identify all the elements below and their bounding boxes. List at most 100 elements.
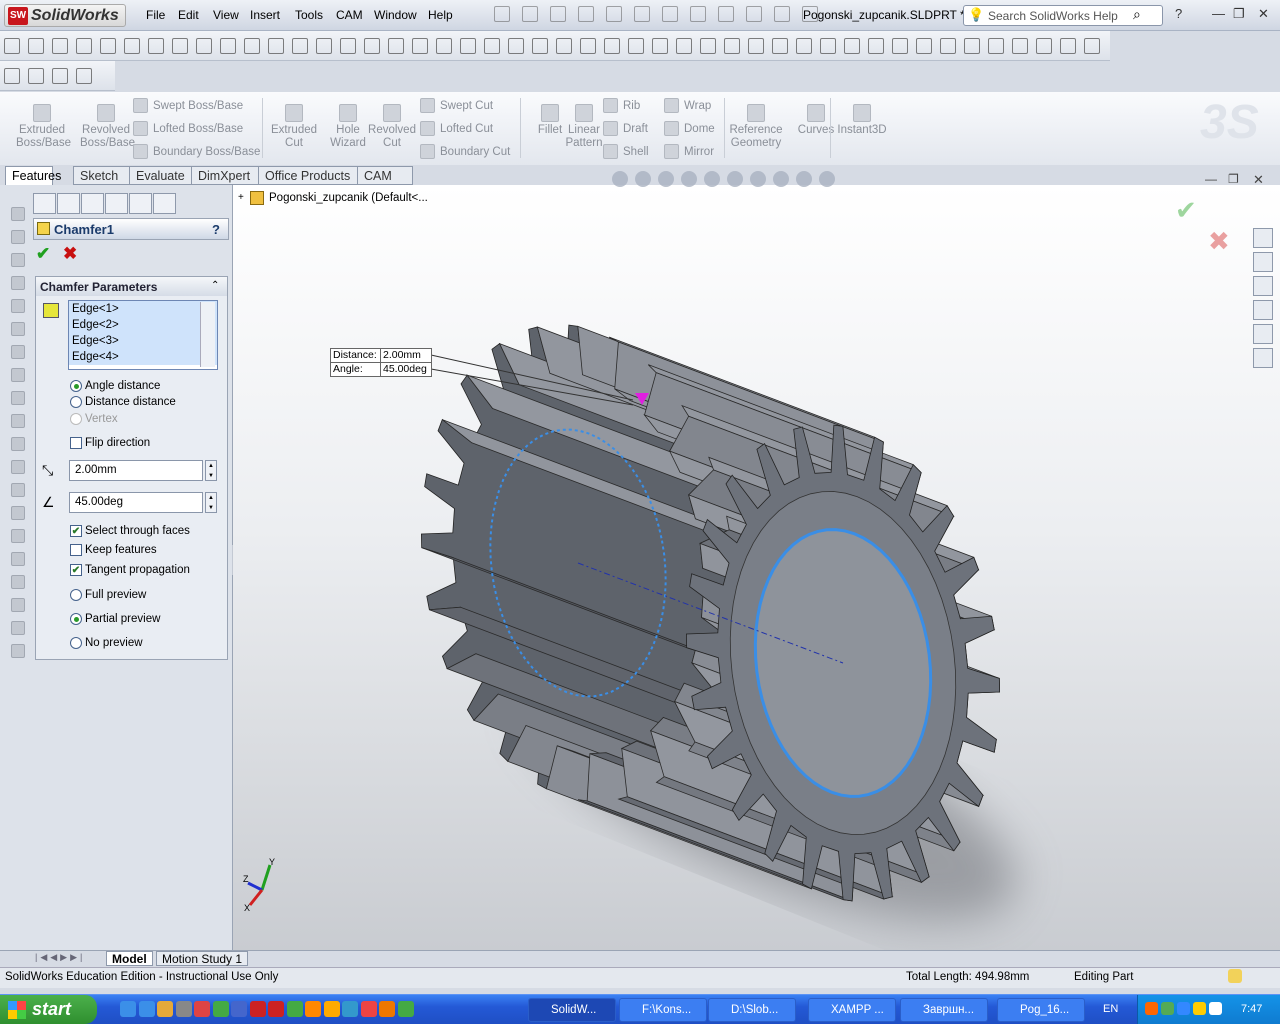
sketch-tool-icon[interactable] — [220, 38, 236, 54]
sketch-tool-icon[interactable] — [724, 38, 740, 54]
flip-direction-checkbox[interactable]: Flip direction — [70, 437, 150, 449]
quick-access-icon[interactable] — [662, 6, 678, 22]
distance-distance-radio[interactable]: Distance distance — [70, 396, 176, 408]
feature-shortcut-icon[interactable] — [11, 230, 25, 244]
cmd-wrap[interactable]: Wrap — [664, 98, 711, 113]
sketch-tool-icon[interactable] — [1012, 38, 1028, 54]
sketch-tool-icon[interactable] — [916, 38, 932, 54]
sketch-tool-icon[interactable] — [964, 38, 980, 54]
feature-shortcut-icon[interactable] — [11, 345, 25, 359]
tray-icon[interactable] — [1193, 1002, 1206, 1015]
tool-icon[interactable] — [52, 68, 68, 84]
quick-access-icon[interactable] — [550, 6, 566, 22]
feature-shortcut-icon[interactable] — [11, 552, 25, 566]
scene-icon[interactable] — [796, 171, 812, 187]
cmd-boundary-boss-base[interactable]: Boundary Boss/Base — [133, 144, 260, 159]
quick-access-icon[interactable] — [522, 6, 538, 22]
sketch-tool-icon[interactable] — [364, 38, 380, 54]
sketch-tool-icon[interactable] — [892, 38, 908, 54]
tray-icon[interactable] — [1161, 1002, 1174, 1015]
feature-shortcut-icon[interactable] — [11, 276, 25, 290]
sketch-tool-icon[interactable] — [1060, 38, 1076, 54]
sketch-tool-icon[interactable] — [604, 38, 620, 54]
menu-cam[interactable]: CAM — [336, 8, 363, 22]
maximize-button[interactable]: ❐ — [1233, 6, 1245, 22]
design-library-icon[interactable] — [1253, 252, 1273, 272]
sketch-tool-icon[interactable] — [1036, 38, 1052, 54]
menu-window[interactable]: Window — [374, 8, 417, 22]
quick-access-icon[interactable] — [802, 6, 818, 22]
chamfer-callout[interactable]: Distance: 2.00mm Angle: 45.00deg — [330, 348, 432, 377]
help-button[interactable]: ? — [1175, 6, 1182, 21]
tab-motion-study[interactable]: Motion Study 1 — [156, 951, 249, 966]
quick-launch-icon[interactable] — [175, 1001, 192, 1017]
sketch-tool-icon[interactable] — [652, 38, 668, 54]
distance-field[interactable]: 2.00mm — [69, 460, 203, 481]
sketch-tool-icon[interactable] — [436, 38, 452, 54]
taskbar-item[interactable]: Pog_16... — [997, 998, 1085, 1022]
search-icon[interactable]: ⌕ — [1133, 6, 1141, 23]
quick-launch-icon[interactable] — [120, 1001, 136, 1017]
sketch-tool-icon[interactable] — [580, 38, 596, 54]
distance-spinner[interactable]: ▲ ▼ — [205, 460, 217, 481]
tray-icon[interactable] — [1145, 1002, 1158, 1015]
edge-item[interactable]: Edge<4> — [69, 349, 217, 365]
menu-view[interactable]: View — [213, 8, 239, 22]
sketch-tool-icon[interactable] — [340, 38, 356, 54]
menu-tools[interactable]: Tools — [295, 8, 323, 22]
viewport-minimize-button[interactable]: — — [1205, 172, 1217, 186]
quick-launch-icon[interactable] — [397, 1001, 414, 1017]
angle-distance-radio[interactable]: Angle distance — [70, 380, 160, 392]
hide-show-icon[interactable] — [750, 171, 766, 187]
quick-launch-icon[interactable] — [138, 1001, 155, 1017]
zoom-to-fit-icon[interactable] — [612, 171, 628, 187]
quick-launch-icon[interactable] — [157, 1001, 173, 1017]
property-manager-tab[interactable] — [57, 193, 80, 214]
edge-list-scrollbar[interactable] — [200, 302, 215, 367]
cmd-draft[interactable]: Draft — [603, 121, 648, 136]
quick-launch-icon[interactable] — [342, 1001, 358, 1017]
sketch-tool-icon[interactable] — [28, 38, 44, 54]
cmd-shell[interactable]: Shell — [603, 144, 649, 159]
sketch-tool-icon[interactable] — [484, 38, 500, 54]
quick-launch-icon[interactable] — [323, 1001, 340, 1017]
edge-item[interactable]: Edge<3> — [69, 333, 217, 349]
cmd-revolved-boss-base[interactable]: Revolved Boss/Base — [80, 104, 135, 150]
quick-access-icon[interactable] — [690, 6, 706, 22]
sketch-tool-icon[interactable] — [1084, 38, 1100, 54]
no-preview-radio[interactable]: No preview — [70, 637, 143, 649]
feature-shortcut-icon[interactable] — [11, 299, 25, 313]
sketch-tool-icon[interactable] — [388, 38, 404, 54]
angle-spinner[interactable]: ▲ ▼ — [205, 492, 217, 513]
quick-access-icon[interactable] — [606, 6, 622, 22]
gear-model[interactable] — [233, 185, 1280, 950]
feature-shortcut-icon[interactable] — [11, 437, 25, 451]
tab-scroll-arrows[interactable]: |◀◀▶▶| — [35, 952, 85, 963]
cmd-lofted-boss-base[interactable]: Lofted Boss/Base — [133, 121, 243, 136]
edge-item[interactable]: Edge<1> — [69, 301, 217, 317]
file-explorer-icon[interactable] — [1253, 276, 1273, 296]
display-style-icon[interactable] — [727, 171, 743, 187]
collapse-icon[interactable]: ⌃ — [211, 280, 219, 291]
appearances-icon[interactable] — [1253, 324, 1273, 344]
sketch-tool-icon[interactable] — [508, 38, 524, 54]
sketch-tool-icon[interactable] — [988, 38, 1004, 54]
configuration-manager-tab[interactable] — [81, 193, 104, 214]
view-settings-icon[interactable] — [819, 171, 835, 187]
feature-shortcut-icon[interactable] — [11, 575, 25, 589]
sketch-tool-icon[interactable] — [244, 38, 260, 54]
feature-shortcut-icon[interactable] — [11, 529, 25, 543]
sketch-tool-icon[interactable] — [148, 38, 164, 54]
tab-cam[interactable]: CAM — [357, 166, 413, 185]
feature-shortcut-icon[interactable] — [11, 621, 25, 635]
sketch-tool-icon[interactable] — [940, 38, 956, 54]
cmd-extruded-boss-base[interactable]: Extruded Boss/Base — [16, 104, 71, 150]
quick-access-icon[interactable] — [746, 6, 762, 22]
sketch-tool-icon[interactable] — [4, 38, 20, 54]
tab-features[interactable]: Features — [5, 166, 61, 185]
tool-icon[interactable] — [76, 68, 92, 84]
zoom-area-icon[interactable] — [635, 171, 651, 187]
sketch-tool-icon[interactable] — [100, 38, 116, 54]
cmd-dome[interactable]: Dome — [664, 121, 715, 136]
feature-manager-tab[interactable] — [33, 193, 56, 214]
